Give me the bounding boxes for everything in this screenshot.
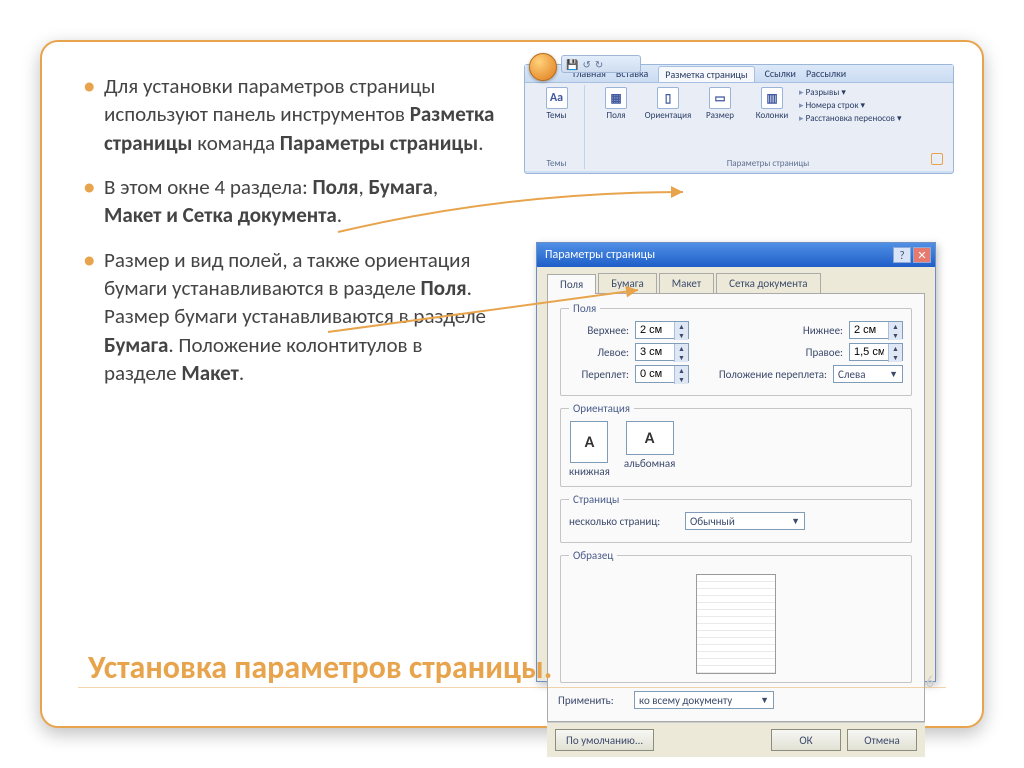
margins-button[interactable]: ▦Поля	[593, 87, 639, 120]
themes-icon: Aa	[546, 87, 568, 109]
gutter-input[interactable]: ▲▼	[635, 365, 689, 383]
close-icon[interactable]: ✕	[913, 247, 931, 263]
top-margin-input[interactable]: ▲▼	[635, 321, 689, 339]
bullet-item: Для установки параметров страницы исполь…	[104, 72, 498, 157]
left-margin-input[interactable]: ▲▼	[635, 343, 689, 361]
tab-references[interactable]: Ссылки	[765, 67, 796, 80]
slide-frame: Для установки параметров страницы исполь…	[40, 40, 984, 728]
page-setup-dialog: Параметры страницы ? ✕ Поля Бумага Макет…	[536, 242, 936, 682]
themes-button[interactable]: Aa Темы	[535, 87, 578, 120]
tab-layout[interactable]: Макет	[659, 273, 714, 293]
apply-to-select[interactable]: ко всему документу▼	[634, 691, 774, 709]
tab-margins[interactable]: Поля	[547, 274, 596, 294]
hyphenation-button[interactable]: Расстановка переносов ▾	[799, 113, 901, 124]
slide-title: Установка параметров страницы.	[78, 648, 946, 688]
landscape-button[interactable]: Aальбомная	[624, 421, 676, 478]
ok-button[interactable]: ОК	[771, 729, 841, 751]
quick-access-toolbar[interactable]: 💾↺↻	[561, 55, 641, 73]
office-button[interactable]	[529, 53, 557, 81]
tab-mailings[interactable]: Рассылки	[806, 67, 846, 80]
gutter-position-select[interactable]: Слева▼	[833, 365, 903, 383]
bullet-item: В этом окне 4 раздела: Поля, Бумага, Мак…	[104, 173, 498, 230]
columns-button[interactable]: ▥Колонки	[749, 87, 795, 120]
cancel-button[interactable]: Отмена	[847, 729, 917, 751]
tab-page-layout[interactable]: Разметка страницы	[658, 66, 754, 82]
page-setup-dialog-launcher[interactable]	[931, 153, 943, 165]
margins-icon: ▦	[605, 87, 627, 109]
bullet-item: Размер и вид полей, а также ориентация б…	[104, 246, 498, 388]
tab-grid[interactable]: Сетка документа	[716, 273, 820, 293]
dialog-titlebar: Параметры страницы ? ✕	[537, 243, 935, 267]
line-numbers-button[interactable]: Номера строк ▾	[799, 100, 901, 111]
multiple-pages-select[interactable]: Обычный▼	[685, 512, 805, 530]
default-button[interactable]: По умолчанию...	[555, 729, 654, 751]
size-button[interactable]: ▭Размер	[697, 87, 743, 120]
bottom-margin-input[interactable]: ▲▼	[849, 321, 903, 339]
word-ribbon: 💾↺↻ Главная Вставка Разметка страницы Сс…	[524, 64, 954, 174]
breaks-button[interactable]: Разрывы ▾	[799, 87, 901, 98]
explanatory-text: Для установки параметров страницы исполь…	[78, 72, 498, 696]
page-number: 6	[926, 673, 934, 692]
orientation-button[interactable]: ▯Ориентация	[645, 87, 691, 120]
columns-icon: ▥	[761, 87, 783, 109]
orientation-icon: ▯	[657, 87, 679, 109]
tab-paper[interactable]: Бумага	[598, 273, 657, 293]
size-icon: ▭	[709, 87, 731, 109]
right-margin-input[interactable]: ▲▼	[849, 343, 903, 361]
portrait-button[interactable]: Aкнижная	[569, 421, 610, 478]
help-button[interactable]: ?	[893, 247, 911, 263]
